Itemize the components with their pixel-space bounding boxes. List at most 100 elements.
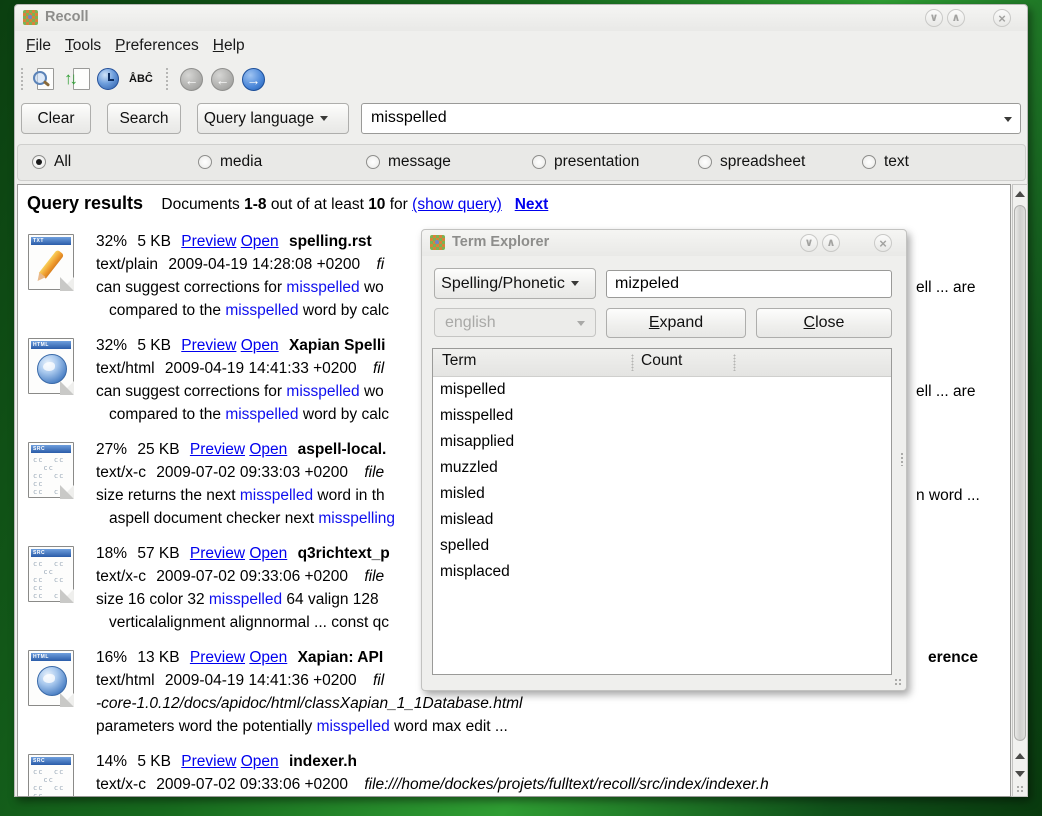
preview-link[interactable]: Preview (181, 233, 236, 250)
open-link[interactable]: Open (241, 753, 279, 770)
toolbar: ↑↓ ÅBĈ ← ← → (15, 61, 1027, 97)
term-cell: muzzled (440, 455, 498, 481)
chevron-down-icon (571, 281, 579, 286)
preview-link[interactable]: Preview (190, 545, 245, 562)
sort-parameters-icon[interactable]: ↑↓ (65, 67, 89, 91)
count-column-header[interactable]: Count (641, 352, 682, 370)
radio-icon[interactable] (366, 155, 380, 169)
toolbar-drag-handle[interactable] (20, 67, 25, 91)
mime-type: text/x-c (96, 776, 146, 793)
expand-button[interactable]: Expand (606, 308, 746, 338)
clear-button[interactable]: Clear (21, 103, 91, 134)
query-language-dropdown[interactable]: Query language (197, 103, 349, 134)
menu-file[interactable]: File (23, 34, 62, 58)
dialog-maximize-button[interactable]: ∧ (822, 234, 840, 252)
term-row[interactable]: misled (433, 481, 891, 507)
term-input[interactable]: mizpeled (606, 270, 892, 298)
term-cell: spelled (440, 533, 489, 559)
term-row[interactable]: misspelled (433, 403, 891, 429)
result-title: Xapian: API (298, 649, 384, 666)
term-row[interactable]: misapplied (433, 429, 891, 455)
search-button[interactable]: Search (107, 103, 181, 134)
main-titlebar[interactable]: Recoll ∨ ∧ × (15, 5, 1027, 31)
maximize-button[interactable]: ∧ (947, 9, 965, 27)
term-explorer-icon[interactable]: ÅBĈ (129, 67, 153, 91)
dialog-close-action-button[interactable]: Close (756, 308, 892, 338)
file-url: fil (373, 360, 384, 377)
term-cell: misspelled (440, 403, 513, 429)
date: 2009-04-19 14:41:36 +0200 (165, 672, 357, 689)
term-row[interactable]: misplaced (433, 559, 891, 585)
radio-icon[interactable] (698, 155, 712, 169)
radio-icon[interactable] (32, 155, 46, 169)
term-cell: misled (440, 481, 485, 507)
shade-button[interactable]: ∨ (925, 9, 943, 27)
menu-help[interactable]: Help (210, 34, 256, 58)
combo-chevron-down-icon[interactable] (1004, 117, 1012, 122)
column-separator[interactable] (733, 354, 736, 371)
relevance: 14% (96, 753, 127, 770)
previous-page-icon[interactable]: ← (211, 68, 234, 91)
term-row[interactable]: mislead (433, 507, 891, 533)
radio-icon[interactable] (862, 155, 876, 169)
show-preview-icon[interactable] (33, 67, 57, 91)
open-link[interactable]: Open (249, 545, 287, 562)
term-row[interactable]: spelled (433, 533, 891, 559)
menu-preferences[interactable]: Preferences (112, 34, 210, 58)
term-explorer-titlebar[interactable]: Term Explorer ∨ ∧ × (422, 230, 906, 256)
close-button[interactable]: × (993, 9, 1011, 27)
term-cell: misapplied (440, 429, 514, 455)
first-page-icon[interactable]: ← (180, 68, 203, 91)
mime-type: text/html (96, 360, 155, 377)
term-row[interactable]: mispelled (433, 377, 891, 403)
dialog-close-button[interactable]: × (874, 234, 892, 252)
term-column-header[interactable]: Term (442, 352, 476, 370)
window-resize-grip[interactable] (1016, 785, 1025, 794)
preview-link[interactable]: Preview (190, 441, 245, 458)
term-explorer-title: Term Explorer (452, 234, 549, 250)
open-link[interactable]: Open (249, 441, 287, 458)
scrollbar-thumb[interactable] (1014, 205, 1026, 741)
date: 2009-04-19 14:28:08 +0200 (168, 256, 360, 273)
open-link[interactable]: Open (249, 649, 287, 666)
history-icon[interactable] (97, 67, 121, 91)
filter-label: media (220, 153, 262, 171)
column-separator[interactable] (631, 354, 634, 371)
dialog-resize-grip-corner[interactable] (894, 678, 903, 687)
filter-media[interactable]: media (198, 153, 262, 171)
term-cell: mispelled (440, 377, 505, 403)
file-url: file (364, 568, 384, 585)
search-input[interactable]: misspelled (361, 103, 1021, 134)
open-link[interactable]: Open (241, 337, 279, 354)
relevance: 16% (96, 649, 127, 666)
filter-all[interactable]: All (32, 153, 71, 171)
radio-icon[interactable] (532, 155, 546, 169)
filter-presentation[interactable]: presentation (532, 153, 639, 171)
preview-link[interactable]: Preview (181, 337, 236, 354)
radio-icon[interactable] (198, 155, 212, 169)
occluded-text-fragment: ell ... are (916, 276, 975, 299)
result-item: SRCcc cc cc cc cc cc cc c14% 5 KB Previe… (26, 750, 1002, 797)
language-dropdown[interactable]: english (434, 308, 596, 337)
match-mode-dropdown[interactable]: Spelling/Phonetic (434, 268, 596, 299)
filter-label: spreadsheet (720, 153, 805, 171)
recoll-app-icon (23, 10, 38, 25)
file-size: 5 KB (137, 233, 171, 250)
relevance: 32% (96, 337, 127, 354)
menu-tools[interactable]: Tools (62, 34, 112, 58)
date: 2009-07-02 09:33:06 +0200 (156, 776, 348, 793)
term-row[interactable]: muzzled (433, 455, 891, 481)
filter-spreadsheet[interactable]: spreadsheet (698, 153, 805, 171)
dialog-shade-button[interactable]: ∨ (800, 234, 818, 252)
filter-text[interactable]: text (862, 153, 909, 171)
next-page-icon[interactable]: → (242, 68, 265, 91)
preview-link[interactable]: Preview (181, 753, 236, 770)
filter-message[interactable]: message (366, 153, 451, 171)
dialog-resize-grip-right[interactable] (900, 452, 904, 466)
file-url: file:///home/dockes/projets/fulltext/rec… (364, 776, 768, 793)
results-scrollbar[interactable] (1012, 184, 1028, 797)
term-table-header[interactable]: Term Count (433, 349, 891, 377)
preview-link[interactable]: Preview (190, 649, 245, 666)
open-link[interactable]: Open (241, 233, 279, 250)
file-url: file (364, 464, 384, 481)
